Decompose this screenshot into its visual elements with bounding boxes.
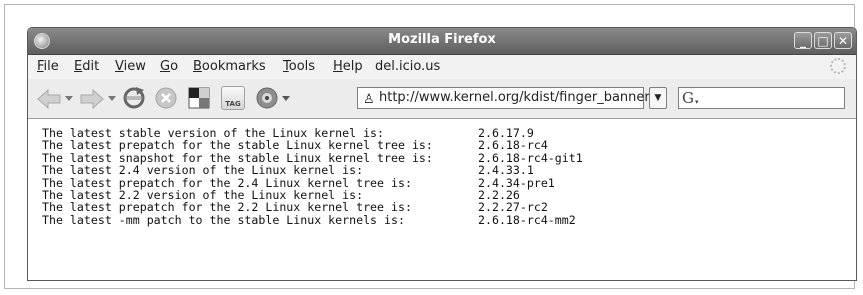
menu-edit[interactable]: Edit [74, 59, 99, 74]
menu-help[interactable]: Help [333, 59, 363, 74]
menu-go[interactable]: Go [160, 59, 178, 74]
kernel-line-version: 2.6.18-rc4 [478, 138, 548, 153]
kernel-line-label: The latest prepatch for the stable Linux… [42, 138, 433, 153]
tag-icon[interactable]: TAG [221, 86, 245, 110]
navigation-toolbar: TAG ♙ http://www.kernel.org/kdist/finger… [28, 79, 856, 119]
url-history-dropdown[interactable]: ▼ [649, 87, 667, 109]
kernel-line: The latest prepatch for the 2.2 Linux ke… [42, 200, 856, 215]
window-title: Mozilla Firefox [388, 32, 496, 47]
search-input[interactable]: G ▾ [678, 87, 845, 109]
url-bar[interactable]: ♙ http://www.kernel.org/kdist/finger_ban… [357, 87, 650, 109]
kernel-line-version: 2.4.33.1 [478, 163, 534, 178]
tag-label: TAG [225, 100, 241, 108]
kernel-line: The latest 2.4 version of the Linux kern… [42, 163, 856, 178]
kernel-line-label: The latest 2.4 version of the Linux kern… [42, 163, 364, 178]
finger-banner-text: The latest stable version of the Linux k… [42, 127, 856, 227]
maximize-button[interactable]: □ [814, 32, 832, 49]
forward-history-chevron-down-icon[interactable] [108, 96, 116, 102]
site-favicon-icon: ♙ [363, 92, 375, 107]
kernel-line: The latest -mm patch to the stable Linux… [42, 212, 856, 227]
bookmark-icon[interactable] [256, 87, 278, 109]
browser-window: Mozilla Firefox _ □ ✕ File Edit View Go … [27, 27, 857, 281]
stop-icon[interactable] [155, 87, 177, 109]
url-text: http://www.kernel.org/kdist/finger_banne… [379, 90, 650, 105]
kernel-line-label: The latest prepatch for the 2.2 Linux ke… [42, 200, 412, 215]
forward-arrow-icon[interactable] [79, 88, 105, 110]
figure-frame: Mozilla Firefox _ □ ✕ File Edit View Go … [4, 4, 857, 289]
menu-bar: File Edit View Go Bookmarks Tools Help d… [28, 55, 856, 79]
kernel-line-version: 2.2.27-rc2 [478, 200, 548, 215]
chevron-down-icon: ▼ [654, 93, 662, 103]
bookmark-chevron-down-icon[interactable] [282, 96, 290, 102]
window-controls: _ □ ✕ [794, 32, 852, 49]
google-icon[interactable]: G ▾ [682, 89, 700, 107]
back-history-chevron-down-icon[interactable] [65, 96, 73, 102]
menu-delicious[interactable]: del.icio.us [375, 59, 440, 74]
menu-view[interactable]: View [115, 59, 146, 74]
home-icon[interactable] [188, 87, 210, 109]
menu-file[interactable]: File [37, 59, 59, 74]
page-content: The latest stable version of the Linux k… [28, 119, 856, 280]
throbber-icon [830, 58, 846, 74]
menu-tools[interactable]: Tools [283, 59, 315, 74]
kernel-line-version: 2.6.18-rc4-mm2 [478, 212, 576, 227]
reload-icon[interactable] [122, 86, 146, 110]
close-button[interactable]: ✕ [834, 32, 852, 49]
minimize-button[interactable]: _ [794, 32, 812, 49]
kernel-line-label: The latest -mm patch to the stable Linux… [42, 212, 405, 227]
back-arrow-icon[interactable] [36, 88, 62, 110]
title-bar[interactable]: Mozilla Firefox _ □ ✕ [28, 28, 856, 55]
menu-bookmarks[interactable]: Bookmarks [193, 59, 266, 74]
kernel-line: The latest prepatch for the stable Linux… [42, 138, 856, 153]
